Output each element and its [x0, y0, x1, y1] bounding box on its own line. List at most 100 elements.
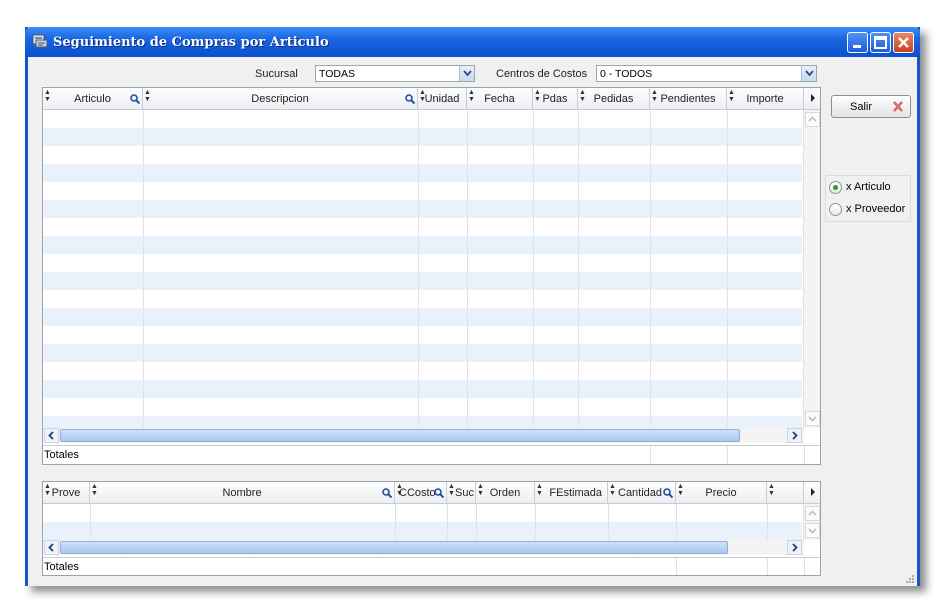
table-row[interactable] [43, 326, 802, 344]
sort-icon[interactable]: ▲ ▼ [768, 483, 775, 497]
maximize-button[interactable] [870, 32, 891, 53]
centros-dropdown-arrow[interactable] [801, 66, 816, 81]
proveedores-grid-rows[interactable] [43, 504, 802, 540]
search-icon[interactable] [405, 94, 415, 104]
table-row[interactable] [43, 522, 802, 540]
table-row[interactable] [43, 146, 802, 164]
proveedores-grid[interactable]: ▲▼ Prove ▲▼ Nombre ▲▼ CCosto ▲▼ Suc [42, 481, 821, 576]
search-icon[interactable] [382, 488, 392, 498]
sort-icon[interactable]: ▲ ▼ [677, 483, 684, 497]
column-header-pdas[interactable]: ▲ ▼ Pdas [533, 88, 578, 110]
sort-icon[interactable]: ▲ ▼ [728, 89, 735, 103]
column-header-cantidad[interactable]: ▲ ▼ Cantidad [608, 482, 676, 504]
radio-x-proveedor[interactable]: x Proveedor [829, 201, 911, 219]
table-row[interactable] [43, 110, 802, 128]
column-header-fecha[interactable]: ▲ ▼ Fecha [467, 88, 533, 110]
articulos-grid[interactable]: ▲ ▼ Articulo ▲ ▼ Descripcion ▲ ▼ Unidad ▲ ▼ … [42, 87, 821, 465]
scroll-up-button[interactable] [805, 112, 820, 127]
column-header-unidad[interactable]: ▲ ▼ Unidad [418, 88, 467, 110]
sort-icon[interactable]: ▲ ▼ [534, 89, 541, 103]
scroll-up-button[interactable] [805, 506, 820, 521]
table-row[interactable] [43, 398, 802, 416]
sort-icon[interactable]: ▲ ▼ [609, 483, 616, 497]
table-row[interactable] [43, 290, 802, 308]
totals-label: Totales [44, 449, 79, 461]
table-row[interactable] [43, 200, 802, 218]
search-icon[interactable] [663, 488, 673, 498]
search-icon[interactable] [130, 94, 140, 104]
title-bar[interactable]: Seguimiento de Compras por Articulo [25, 27, 920, 57]
sort-icon[interactable]: ▲ ▼ [91, 483, 98, 497]
table-row[interactable] [43, 128, 802, 146]
column-divider [727, 446, 728, 464]
horizontal-scroll-thumb[interactable] [60, 541, 728, 554]
table-row[interactable] [43, 344, 802, 362]
sort-icon[interactable]: ▲ ▼ [536, 483, 543, 497]
column-header-precio[interactable]: ▲ ▼ Precio [676, 482, 767, 504]
sort-icon[interactable]: ▲ ▼ [477, 483, 484, 497]
column-header-nombre[interactable]: ▲ ▼ Nombre [90, 482, 395, 504]
proveedores-horizontal-scrollbar[interactable] [43, 540, 804, 555]
column-header-orden[interactable]: ▲ ▼ Orden [476, 482, 535, 504]
chevron-down-icon [463, 70, 472, 77]
scroll-right-button[interactable] [787, 428, 802, 443]
scroll-left-button[interactable] [44, 428, 59, 443]
sucursal-dropdown-arrow[interactable] [459, 66, 474, 81]
horizontal-scroll-thumb[interactable] [60, 429, 740, 442]
column-header-articulo[interactable]: ▲ ▼ Articulo [43, 88, 143, 110]
sort-icon[interactable]: ▲ ▼ [579, 89, 586, 103]
sort-icon[interactable]: ▲ ▼ [448, 483, 455, 497]
proveedores-totals-row: Totales [43, 557, 820, 575]
articulos-horizontal-scrollbar[interactable] [43, 428, 804, 443]
column-scroll-right[interactable] [804, 88, 820, 110]
column-header-suc[interactable]: ▲ ▼ Suc [447, 482, 476, 504]
radio-x-articulo[interactable]: x Articulo [829, 179, 911, 197]
table-row[interactable] [43, 254, 802, 272]
search-icon[interactable] [434, 488, 444, 498]
sort-icon[interactable]: ▲ ▼ [44, 483, 51, 497]
proveedores-vertical-scrollbar[interactable] [803, 504, 820, 540]
salir-button[interactable]: Salir [831, 95, 911, 118]
column-header-ccosto[interactable]: ▲ ▼ CCosto [395, 482, 447, 504]
table-row[interactable] [43, 308, 802, 326]
chevron-down-icon [808, 528, 817, 534]
column-header-descripcion[interactable]: ▲ ▼ Descripcion [143, 88, 418, 110]
radio-selected-icon[interactable] [829, 181, 842, 194]
sort-icon[interactable]: ▲ ▼ [468, 89, 475, 103]
resize-grip-icon[interactable] [904, 573, 915, 584]
radio-unselected-icon[interactable] [829, 203, 842, 216]
column-header-prove[interactable]: ▲ ▼ Prove [43, 482, 90, 504]
table-row[interactable] [43, 504, 802, 522]
sucursal-select[interactable]: TODAS [315, 65, 475, 82]
articulos-vertical-scrollbar[interactable] [803, 110, 820, 428]
column-divider [535, 504, 536, 540]
scroll-down-button[interactable] [805, 523, 820, 538]
scroll-left-button[interactable] [44, 540, 59, 555]
table-row[interactable] [43, 218, 802, 236]
table-row[interactable] [43, 236, 802, 254]
column-header-importe[interactable]: ▲ ▼ Importe [727, 88, 804, 110]
table-row[interactable] [43, 362, 802, 380]
scroll-right-button[interactable] [787, 540, 802, 555]
scroll-down-button[interactable] [805, 411, 820, 426]
column-divider [650, 446, 651, 464]
table-row[interactable] [43, 182, 802, 200]
column-scroll-right[interactable] [804, 482, 820, 504]
centros-select[interactable]: 0 - TODOS [596, 65, 817, 82]
column-header-festimada[interactable]: ▲ ▼ FEstimada [535, 482, 608, 504]
table-row[interactable] [43, 164, 802, 182]
sort-icon[interactable]: ▲ ▼ [651, 89, 658, 103]
column-header-pedidas[interactable]: ▲ ▼ Pedidas [578, 88, 650, 110]
sort-icon[interactable]: ▲ ▼ [44, 89, 51, 103]
column-header-extra[interactable]: ▲ ▼ [767, 482, 804, 504]
sort-icon[interactable]: ▲ ▼ [144, 89, 151, 103]
close-button[interactable] [893, 32, 914, 53]
table-row[interactable] [43, 272, 802, 290]
articulos-grid-rows[interactable] [43, 110, 802, 434]
table-row[interactable] [43, 380, 802, 398]
column-header-pendientes[interactable]: ▲ ▼ Pendientes [650, 88, 727, 110]
minimize-button[interactable] [847, 32, 868, 53]
sort-icon[interactable]: ▲ ▼ [396, 483, 403, 497]
column-divider [767, 558, 768, 575]
sort-icon[interactable]: ▲ ▼ [419, 89, 426, 103]
